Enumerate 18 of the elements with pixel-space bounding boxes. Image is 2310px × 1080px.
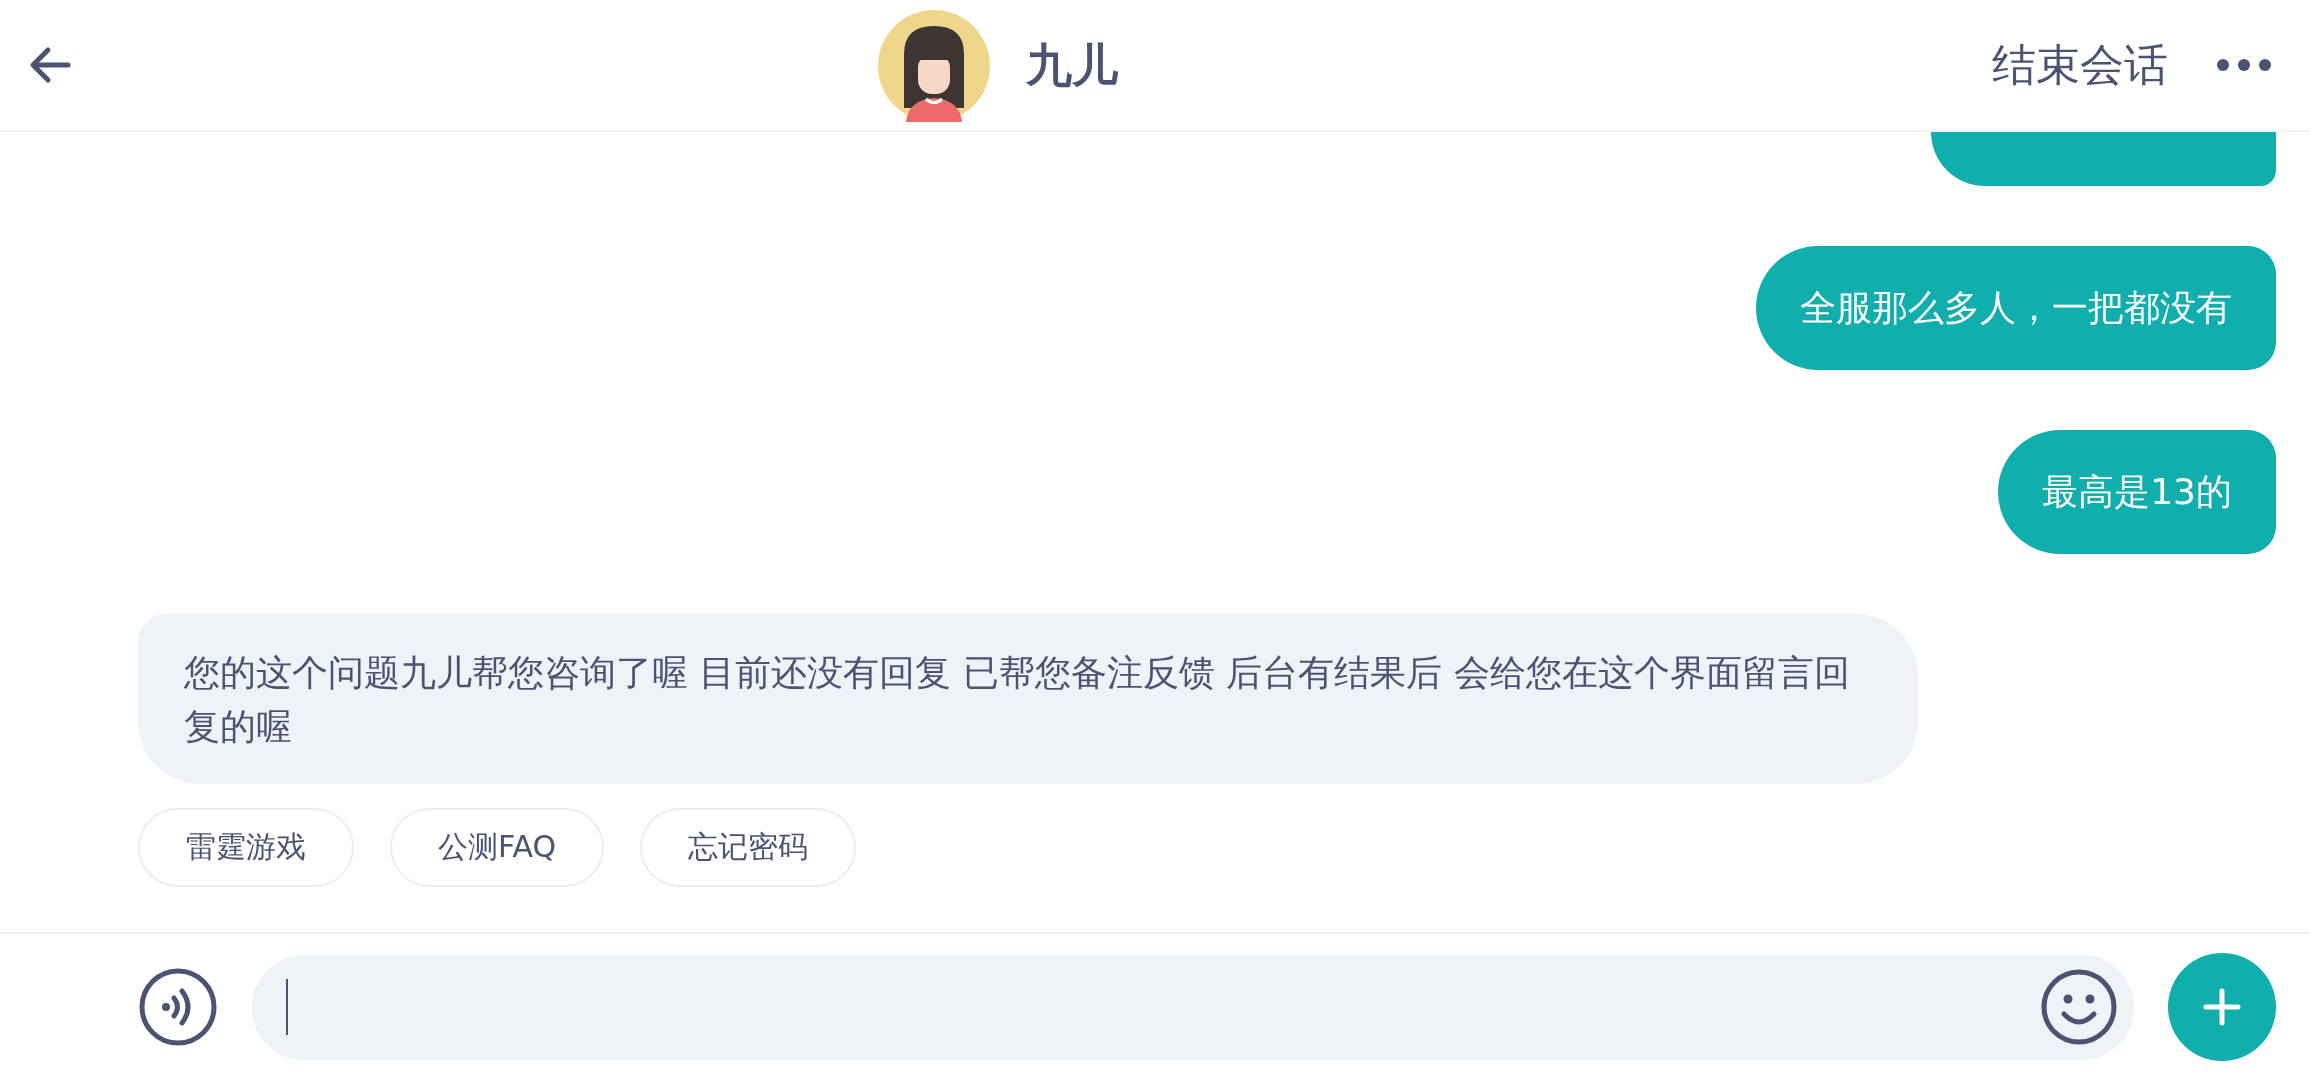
back-button[interactable] — [28, 45, 72, 85]
end-session-button[interactable]: 结束会话 — [1992, 35, 2168, 95]
quick-reply-chip[interactable]: 公测FAQ — [390, 808, 605, 887]
emoji-icon[interactable] — [2040, 968, 2118, 1046]
avatar-icon — [878, 10, 990, 122]
user-message: 最高是13的 — [1998, 430, 2276, 554]
back-arrow-icon — [28, 45, 72, 85]
text-cursor — [286, 979, 288, 1035]
voice-button[interactable] — [138, 967, 218, 1047]
user-message: 全服那么多人，一把都没有 — [1756, 246, 2276, 370]
voice-icon — [138, 967, 218, 1047]
quick-reply-chip[interactable]: 忘记密码 — [640, 808, 857, 887]
quick-reply-chip[interactable]: 雷霆游戏 — [138, 808, 354, 887]
more-button[interactable] — [2216, 58, 2272, 72]
agent-message: 您的这个问题九儿帮您咨询了喔 目前还没有回复 已帮您备注反馈 后台有结果后 会给您在这个界面留言回复的喔 — [138, 614, 1918, 784]
plus-icon — [2202, 987, 2242, 1027]
chat-title: 九儿 — [1026, 37, 1118, 94]
more-icon — [2216, 58, 2272, 72]
